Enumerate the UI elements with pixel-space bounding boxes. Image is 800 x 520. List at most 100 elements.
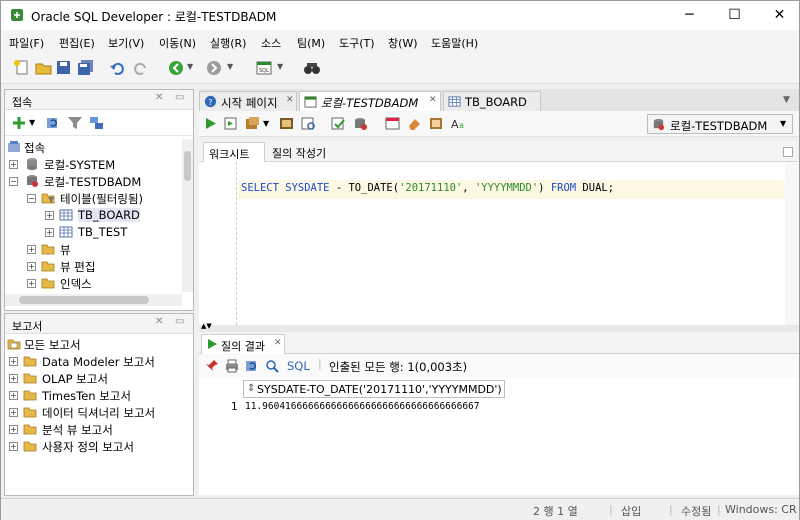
autotrace-icon[interactable] (245, 116, 260, 131)
sql-dropdown-icon[interactable]: ▼ (277, 62, 283, 71)
explain-plan-icon[interactable] (279, 116, 294, 131)
report-item-data-dictionary[interactable]: + 데이터 딕셔너리 보고서 (5, 404, 191, 421)
tab-query-result[interactable]: 질의 결과 ✕ (201, 334, 285, 354)
save-all-icon[interactable] (77, 59, 95, 77)
sql-worksheet-icon[interactable]: SQL (255, 59, 273, 77)
collapse-icon[interactable]: − (27, 194, 36, 203)
eraser-icon[interactable] (407, 116, 422, 131)
run-script-icon[interactable] (223, 116, 238, 131)
expand-icon[interactable]: + (9, 442, 18, 451)
menu-team[interactable]: 팀(M) (297, 35, 325, 51)
splitter-arrows-icon[interactable]: ▲▼ (201, 322, 212, 330)
cell-value[interactable]: 11.9604166666666666666666666666666666666… (245, 401, 480, 412)
report-item-data-modeler[interactable]: + Data Modeler 보고서 (5, 353, 191, 370)
sql-tuning-icon[interactable] (301, 116, 316, 131)
undo-icon[interactable] (109, 59, 127, 77)
sql-text[interactable]: SELECT SYSDATE - TO_DATE('20171110', 'YY… (241, 182, 614, 194)
sql-link[interactable]: SQL (287, 359, 310, 373)
commit-icon[interactable] (331, 116, 346, 131)
editor-vertical-scrollbar[interactable] (785, 162, 799, 325)
forward-icon[interactable] (205, 59, 223, 77)
tree-item-tb-test[interactable]: + TB_TEST (5, 224, 181, 241)
tree-item-local-testdbadm[interactable]: − 로컬-TESTDBADM (5, 173, 181, 190)
save-icon[interactable] (55, 59, 73, 77)
tab-start-page[interactable]: ? 시작 페이지 ✕ (199, 91, 297, 111)
expand-icon[interactable]: + (27, 245, 36, 254)
horizontal-scrollbar[interactable] (5, 294, 182, 306)
binoculars-icon[interactable] (303, 59, 321, 77)
menu-tools[interactable]: 도구(T) (339, 35, 375, 51)
schema-browser-icon[interactable] (89, 115, 105, 131)
expand-icon[interactable]: + (45, 211, 54, 220)
menu-source[interactable]: 소스 (261, 35, 281, 51)
column-header[interactable]: ⇕ SYSDATE-TO_DATE('20171110','YYYYMMDD') (243, 380, 505, 398)
expand-icon[interactable]: + (9, 160, 18, 169)
scroll-thumb[interactable] (184, 151, 191, 181)
menu-edit[interactable]: 편집(E) (59, 35, 95, 51)
close-button[interactable]: ✕ (757, 1, 800, 30)
back-icon[interactable] (167, 59, 185, 77)
expand-icon[interactable]: + (9, 391, 18, 400)
menu-view[interactable]: 보기(V) (108, 35, 144, 51)
expand-icon[interactable]: + (27, 279, 36, 288)
collapse-icon[interactable]: − (9, 177, 18, 186)
report-item-olap[interactable]: + OLAP 보고서 (5, 370, 191, 387)
panel-minimize-icon[interactable]: ▭ (175, 92, 184, 103)
tree-item-indexes[interactable]: + 인덱스 (5, 275, 181, 292)
tab-close-icon[interactable]: ✕ (429, 95, 437, 105)
tab-query-builder[interactable]: 질의 작성기 (267, 142, 337, 162)
add-dropdown-icon[interactable]: ▼ (29, 118, 35, 127)
menu-run[interactable]: 실행(R) (210, 35, 246, 51)
expand-icon[interactable]: + (27, 262, 36, 271)
panel-minimize-icon[interactable]: ▭ (175, 316, 184, 327)
forward-dropdown-icon[interactable]: ▼ (227, 62, 233, 71)
report-item-user-defined[interactable]: + 사용자 정의 보고서 (5, 438, 191, 455)
tab-worksheet[interactable]: 워크시트 (203, 142, 265, 162)
tree-item-tables-filtered[interactable]: − 테이블(필터링됨) (5, 190, 181, 207)
expand-icon[interactable]: + (9, 408, 18, 417)
tab-close-icon[interactable]: ✕ (286, 95, 294, 105)
refresh-results-icon[interactable] (245, 359, 259, 373)
menu-file[interactable]: 파일(F) (9, 35, 44, 51)
menu-navigate[interactable]: 이동(N) (159, 35, 196, 51)
tab-close-icon[interactable]: ✕ (274, 338, 282, 348)
tree-item-views[interactable]: + 뷰 (5, 241, 181, 258)
run-statement-icon[interactable] (203, 116, 218, 131)
vertical-scrollbar[interactable] (182, 139, 193, 292)
maximize-button[interactable]: ☐ (712, 1, 757, 30)
table-row[interactable]: 1 11.96041666666666666666666666666666666… (199, 399, 799, 416)
print-icon[interactable] (225, 359, 239, 373)
editor-results-splitter[interactable]: ▲▼ (199, 322, 799, 332)
expand-icon[interactable]: + (45, 228, 54, 237)
tree-item-tb-board[interactable]: + TB_BOARD (5, 207, 181, 224)
minimize-button[interactable]: ─ (667, 1, 712, 30)
format-case-icon[interactable]: Aa (451, 116, 467, 131)
autotrace-dropdown-icon[interactable]: ▼ (263, 119, 269, 128)
filter-icon[interactable] (67, 115, 83, 131)
sql-editor[interactable]: SELECT SYSDATE - TO_DATE('20171110', 'YY… (199, 162, 799, 325)
tree-item-editioning-views[interactable]: + 뷰 편집 (5, 258, 181, 275)
report-item-timesten[interactable]: + TimesTen 보고서 (5, 387, 191, 404)
expand-icon[interactable]: + (9, 374, 18, 383)
menu-help[interactable]: 도움말(H) (431, 35, 478, 51)
tree-item-local-system[interactable]: + 로컬-SYSTEM (5, 156, 181, 173)
scroll-thumb[interactable] (19, 296, 149, 304)
refresh-icon[interactable] (45, 115, 61, 131)
new-icon[interactable] (13, 59, 31, 77)
sort-icon[interactable]: ⇕ (247, 383, 255, 394)
panel-close-icon[interactable]: ✕ (155, 316, 163, 327)
sql-history-icon[interactable] (429, 116, 444, 131)
expand-icon[interactable]: + (9, 357, 18, 366)
menu-window[interactable]: 창(W) (388, 35, 418, 51)
report-item-analytic-view[interactable]: + 분석 뷰 보고서 (5, 421, 191, 438)
tab-list-dropdown-icon[interactable]: ▼ (783, 95, 790, 105)
pin-icon[interactable] (205, 359, 219, 373)
add-connection-icon[interactable] (11, 115, 27, 131)
filter-results-icon[interactable] (265, 359, 279, 373)
tree-root-connections[interactable]: 접속 (5, 139, 181, 156)
tab-tb-board[interactable]: TB_BOARD (443, 91, 541, 111)
tab-local-testdbadm[interactable]: 로컬-TESTDBADM ✕ (299, 91, 441, 111)
unshared-sql-icon[interactable] (385, 116, 400, 131)
rollback-icon[interactable] (353, 116, 368, 131)
open-folder-icon[interactable] (35, 59, 53, 77)
